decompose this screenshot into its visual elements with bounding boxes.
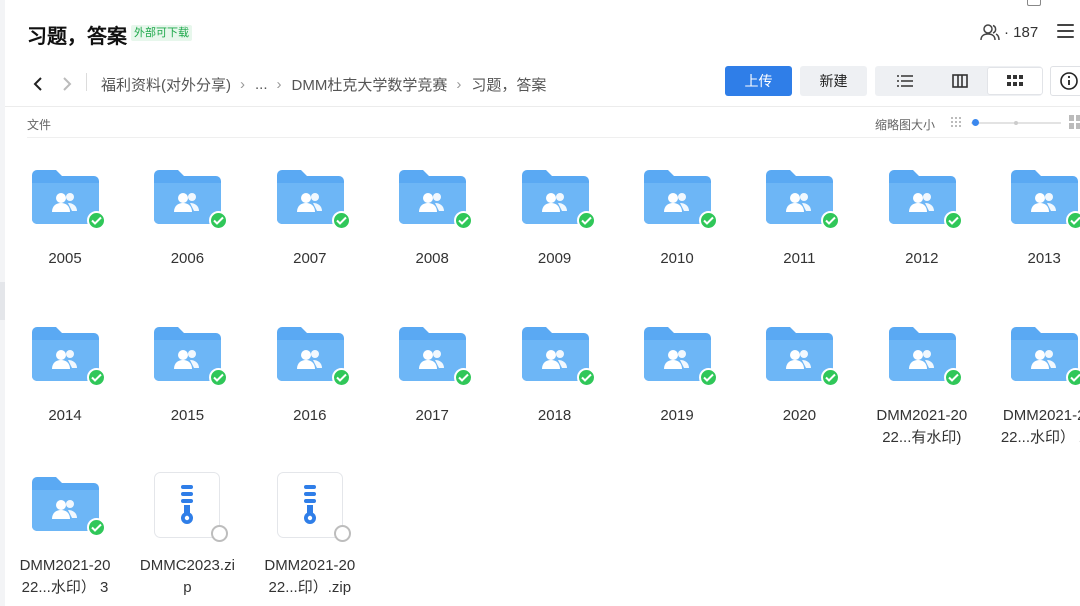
item-name-line: 22...水印） 2 (1000, 429, 1080, 446)
item-name-line: DMM2021-20 (876, 407, 968, 424)
item-name-line: p (183, 579, 192, 596)
item-name-line: 2014 (48, 407, 82, 424)
item-name: DMM2021-2 22...水印） 2 (984, 405, 1080, 449)
item-name-line: 2015 (170, 407, 205, 424)
item-name-line: 2013 (1027, 250, 1061, 267)
item-name: 2016 (250, 405, 370, 427)
synced-check-icon (943, 211, 963, 230)
item-name: 2006 (127, 248, 247, 270)
synced-check-icon (1066, 211, 1080, 230)
synced-check-icon (331, 211, 351, 230)
item-name: 2010 (617, 248, 737, 270)
item-name: 2012 (862, 248, 982, 270)
item-name-line: 2019 (660, 407, 694, 424)
item-name-line: 2005 (48, 250, 82, 267)
item-name: 2015 (127, 405, 247, 427)
item-name: 2009 (495, 248, 615, 270)
item-name: DMM2021-20 22...印）.zip (250, 555, 370, 599)
file-grid: 2005 2006 2007 2008 2009 2010 2011 2012 2013 2014… (0, 0, 1080, 606)
item-name-line: 2010 (660, 250, 694, 267)
select-circle-icon[interactable] (333, 525, 351, 542)
item-name: 2017 (372, 405, 492, 427)
item-name: DMM2021-20 22...水印） 3 (5, 555, 125, 599)
item-name-line: 2018 (537, 407, 572, 424)
item-name: 2005 (5, 248, 125, 270)
synced-check-icon (576, 211, 596, 230)
item-name-line: DMM2021-20 (264, 557, 356, 574)
item-name: 2007 (250, 248, 370, 270)
synced-check-icon (87, 518, 106, 537)
item-name-line: 22...印）.zip (268, 579, 352, 596)
item-name-line: 2008 (415, 250, 449, 267)
synced-check-icon (331, 368, 351, 387)
item-name-line: 2009 (537, 250, 572, 267)
item-name-line: 22...水印） 3 (21, 579, 109, 596)
item-name: DMMC2023.zi p (127, 555, 247, 599)
item-name-line: 2016 (293, 407, 327, 424)
item-name-line: 2017 (415, 407, 449, 424)
item-name-line: 2007 (293, 250, 327, 267)
item-name: 2013 (984, 248, 1080, 270)
item-name: DMM2021-20 22...有水印) (862, 405, 982, 449)
item-name: 2018 (495, 405, 615, 427)
synced-check-icon (943, 368, 963, 387)
item-name: 2014 (5, 405, 125, 427)
item-name-line: 2020 (782, 407, 817, 424)
select-circle-icon[interactable] (211, 525, 229, 542)
synced-check-icon (87, 368, 106, 387)
item-name-line: 2011 (783, 250, 816, 267)
item-name-line: 2012 (905, 250, 939, 267)
item-name: 2008 (372, 248, 492, 270)
synced-check-icon (1066, 368, 1080, 387)
item-name-line: 2006 (170, 250, 205, 267)
synced-check-icon (576, 368, 596, 387)
item-name: 2019 (617, 405, 737, 427)
synced-check-icon (87, 211, 106, 230)
item-name-line: 22...有水印) (882, 429, 962, 446)
item-name-line: DMM2021-2 (1002, 407, 1080, 424)
item-name-line: DMMC2023.zi (139, 557, 235, 574)
synced-check-icon (699, 368, 718, 387)
synced-check-icon (699, 211, 718, 230)
item-name: 2020 (739, 405, 859, 427)
item-name: 2011 (739, 248, 859, 270)
item-name-line: DMM2021-20 (19, 557, 111, 574)
